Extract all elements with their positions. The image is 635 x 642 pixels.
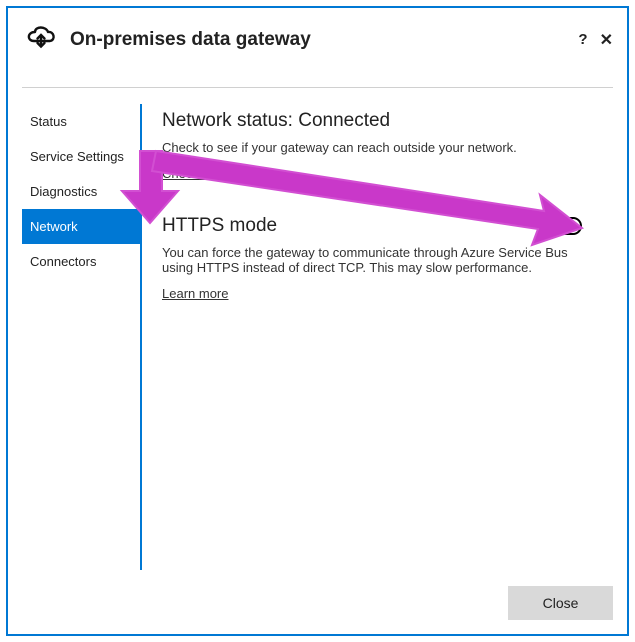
gateway-window: On-premises data gateway ? ✕ Status Serv… (6, 6, 629, 636)
network-status-description: Check to see if your gateway can reach o… (162, 140, 582, 155)
footer: Close (508, 586, 613, 620)
close-icon[interactable]: ✕ (600, 30, 613, 50)
sidebar-item-label: Service Settings (30, 149, 124, 164)
learn-more-link[interactable]: Learn more (162, 286, 228, 301)
network-status-label: Network status: (162, 110, 293, 131)
network-status-title: Network status: Connected (162, 110, 613, 132)
sidebar-item-connectors[interactable]: Connectors (22, 244, 140, 279)
sidebar-item-label: Diagnostics (30, 184, 97, 199)
sidebar-item-network[interactable]: Network (22, 209, 140, 244)
window-title: On-premises data gateway (70, 29, 578, 51)
check-now-link[interactable]: Check now (162, 166, 226, 181)
sidebar-item-service-settings[interactable]: Service Settings (22, 139, 140, 174)
cloud-gateway-icon (24, 22, 58, 57)
close-button[interactable]: Close (508, 586, 613, 620)
network-status-value: Connected (298, 110, 390, 131)
help-icon[interactable]: ? (578, 31, 587, 48)
window-body: Status Service Settings Diagnostics Netw… (22, 104, 613, 570)
toggle-knob (548, 221, 558, 231)
title-bar: On-premises data gateway ? ✕ (8, 8, 627, 67)
sidebar-item-diagnostics[interactable]: Diagnostics (22, 174, 140, 209)
content-panel: Network status: Connected Check to see i… (142, 104, 613, 570)
https-mode-title: HTTPS mode (162, 215, 277, 237)
sidebar: Status Service Settings Diagnostics Netw… (22, 104, 142, 570)
https-mode-row: HTTPS mode (162, 215, 582, 237)
https-mode-toggle[interactable] (544, 217, 582, 235)
sidebar-item-label: Network (30, 219, 78, 234)
sidebar-item-label: Status (30, 114, 67, 129)
https-mode-description: You can force the gateway to communicate… (162, 245, 582, 275)
sidebar-item-label: Connectors (30, 254, 96, 269)
sidebar-item-status[interactable]: Status (22, 104, 140, 139)
divider (22, 87, 613, 88)
